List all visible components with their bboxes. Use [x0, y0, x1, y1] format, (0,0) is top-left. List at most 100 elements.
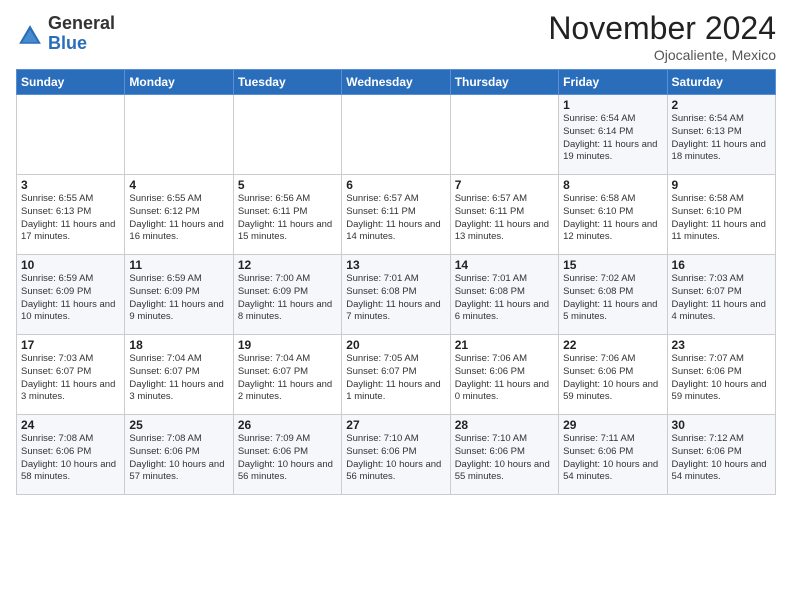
day-info: Sunrise: 7:01 AMSunset: 6:08 PMDaylight:… [455, 273, 554, 324]
day-number: 8 [563, 178, 662, 192]
day-number: 29 [563, 418, 662, 432]
calendar-cell: 29Sunrise: 7:11 AMSunset: 6:06 PMDayligh… [559, 415, 667, 495]
calendar-cell: 5Sunrise: 6:56 AMSunset: 6:11 PMDaylight… [233, 175, 341, 255]
location: Ojocaliente, Mexico [548, 47, 776, 63]
calendar-cell: 3Sunrise: 6:55 AMSunset: 6:13 PMDaylight… [17, 175, 125, 255]
calendar-header-tuesday: Tuesday [233, 70, 341, 95]
calendar-header-sunday: Sunday [17, 70, 125, 95]
day-info: Sunrise: 6:56 AMSunset: 6:11 PMDaylight:… [238, 193, 337, 244]
calendar-cell: 2Sunrise: 6:54 AMSunset: 6:13 PMDaylight… [667, 95, 775, 175]
calendar-cell: 13Sunrise: 7:01 AMSunset: 6:08 PMDayligh… [342, 255, 450, 335]
day-info: Sunrise: 7:04 AMSunset: 6:07 PMDaylight:… [238, 353, 337, 404]
calendar-week-4: 17Sunrise: 7:03 AMSunset: 6:07 PMDayligh… [17, 335, 776, 415]
day-number: 30 [672, 418, 771, 432]
calendar-cell: 17Sunrise: 7:03 AMSunset: 6:07 PMDayligh… [17, 335, 125, 415]
day-info: Sunrise: 6:54 AMSunset: 6:14 PMDaylight:… [563, 113, 662, 164]
calendar-cell: 19Sunrise: 7:04 AMSunset: 6:07 PMDayligh… [233, 335, 341, 415]
day-info: Sunrise: 7:04 AMSunset: 6:07 PMDaylight:… [129, 353, 228, 404]
calendar-header-row: SundayMondayTuesdayWednesdayThursdayFrid… [17, 70, 776, 95]
calendar-cell: 9Sunrise: 6:58 AMSunset: 6:10 PMDaylight… [667, 175, 775, 255]
day-number: 12 [238, 258, 337, 272]
title-block: November 2024 Ojocaliente, Mexico [548, 10, 776, 63]
calendar-cell [450, 95, 558, 175]
day-info: Sunrise: 7:10 AMSunset: 6:06 PMDaylight:… [455, 433, 554, 484]
day-number: 10 [21, 258, 120, 272]
calendar-cell: 7Sunrise: 6:57 AMSunset: 6:11 PMDaylight… [450, 175, 558, 255]
day-info: Sunrise: 6:55 AMSunset: 6:13 PMDaylight:… [21, 193, 120, 244]
calendar-cell: 30Sunrise: 7:12 AMSunset: 6:06 PMDayligh… [667, 415, 775, 495]
day-info: Sunrise: 7:02 AMSunset: 6:08 PMDaylight:… [563, 273, 662, 324]
day-number: 6 [346, 178, 445, 192]
day-number: 24 [21, 418, 120, 432]
calendar-cell: 4Sunrise: 6:55 AMSunset: 6:12 PMDaylight… [125, 175, 233, 255]
day-number: 18 [129, 338, 228, 352]
calendar-week-5: 24Sunrise: 7:08 AMSunset: 6:06 PMDayligh… [17, 415, 776, 495]
day-info: Sunrise: 6:57 AMSunset: 6:11 PMDaylight:… [346, 193, 445, 244]
day-number: 15 [563, 258, 662, 272]
day-number: 2 [672, 98, 771, 112]
calendar-cell: 6Sunrise: 6:57 AMSunset: 6:11 PMDaylight… [342, 175, 450, 255]
calendar-week-3: 10Sunrise: 6:59 AMSunset: 6:09 PMDayligh… [17, 255, 776, 335]
calendar-cell: 27Sunrise: 7:10 AMSunset: 6:06 PMDayligh… [342, 415, 450, 495]
day-info: Sunrise: 7:05 AMSunset: 6:07 PMDaylight:… [346, 353, 445, 404]
calendar: SundayMondayTuesdayWednesdayThursdayFrid… [16, 69, 776, 495]
day-info: Sunrise: 7:10 AMSunset: 6:06 PMDaylight:… [346, 433, 445, 484]
calendar-cell: 1Sunrise: 6:54 AMSunset: 6:14 PMDaylight… [559, 95, 667, 175]
day-number: 22 [563, 338, 662, 352]
calendar-cell: 20Sunrise: 7:05 AMSunset: 6:07 PMDayligh… [342, 335, 450, 415]
day-number: 5 [238, 178, 337, 192]
day-number: 3 [21, 178, 120, 192]
day-number: 16 [672, 258, 771, 272]
day-info: Sunrise: 6:57 AMSunset: 6:11 PMDaylight:… [455, 193, 554, 244]
day-number: 7 [455, 178, 554, 192]
day-info: Sunrise: 6:58 AMSunset: 6:10 PMDaylight:… [672, 193, 771, 244]
calendar-header-friday: Friday [559, 70, 667, 95]
logo-icon [16, 22, 44, 50]
calendar-header-wednesday: Wednesday [342, 70, 450, 95]
calendar-cell: 28Sunrise: 7:10 AMSunset: 6:06 PMDayligh… [450, 415, 558, 495]
day-info: Sunrise: 7:12 AMSunset: 6:06 PMDaylight:… [672, 433, 771, 484]
calendar-header-thursday: Thursday [450, 70, 558, 95]
day-number: 20 [346, 338, 445, 352]
day-number: 11 [129, 258, 228, 272]
day-info: Sunrise: 7:03 AMSunset: 6:07 PMDaylight:… [672, 273, 771, 324]
calendar-cell: 22Sunrise: 7:06 AMSunset: 6:06 PMDayligh… [559, 335, 667, 415]
day-number: 27 [346, 418, 445, 432]
calendar-cell: 8Sunrise: 6:58 AMSunset: 6:10 PMDaylight… [559, 175, 667, 255]
calendar-cell: 11Sunrise: 6:59 AMSunset: 6:09 PMDayligh… [125, 255, 233, 335]
calendar-week-2: 3Sunrise: 6:55 AMSunset: 6:13 PMDaylight… [17, 175, 776, 255]
calendar-cell: 12Sunrise: 7:00 AMSunset: 6:09 PMDayligh… [233, 255, 341, 335]
calendar-cell [233, 95, 341, 175]
calendar-week-1: 1Sunrise: 6:54 AMSunset: 6:14 PMDaylight… [17, 95, 776, 175]
calendar-cell [342, 95, 450, 175]
day-info: Sunrise: 7:07 AMSunset: 6:06 PMDaylight:… [672, 353, 771, 404]
calendar-cell: 18Sunrise: 7:04 AMSunset: 6:07 PMDayligh… [125, 335, 233, 415]
day-number: 14 [455, 258, 554, 272]
day-info: Sunrise: 7:00 AMSunset: 6:09 PMDaylight:… [238, 273, 337, 324]
calendar-cell: 14Sunrise: 7:01 AMSunset: 6:08 PMDayligh… [450, 255, 558, 335]
day-info: Sunrise: 6:58 AMSunset: 6:10 PMDaylight:… [563, 193, 662, 244]
day-info: Sunrise: 7:06 AMSunset: 6:06 PMDaylight:… [455, 353, 554, 404]
day-number: 4 [129, 178, 228, 192]
logo-text: General Blue [48, 14, 115, 54]
day-number: 25 [129, 418, 228, 432]
page: General Blue November 2024 Ojocaliente, … [0, 0, 792, 612]
day-info: Sunrise: 6:55 AMSunset: 6:12 PMDaylight:… [129, 193, 228, 244]
day-number: 9 [672, 178, 771, 192]
day-info: Sunrise: 7:01 AMSunset: 6:08 PMDaylight:… [346, 273, 445, 324]
logo-blue: Blue [48, 34, 115, 54]
calendar-header-monday: Monday [125, 70, 233, 95]
day-info: Sunrise: 6:54 AMSunset: 6:13 PMDaylight:… [672, 113, 771, 164]
day-info: Sunrise: 7:08 AMSunset: 6:06 PMDaylight:… [21, 433, 120, 484]
day-number: 19 [238, 338, 337, 352]
day-number: 1 [563, 98, 662, 112]
calendar-cell: 24Sunrise: 7:08 AMSunset: 6:06 PMDayligh… [17, 415, 125, 495]
day-info: Sunrise: 7:03 AMSunset: 6:07 PMDaylight:… [21, 353, 120, 404]
day-number: 26 [238, 418, 337, 432]
day-number: 28 [455, 418, 554, 432]
day-number: 23 [672, 338, 771, 352]
month-title: November 2024 [548, 10, 776, 47]
calendar-cell [125, 95, 233, 175]
calendar-cell: 10Sunrise: 6:59 AMSunset: 6:09 PMDayligh… [17, 255, 125, 335]
day-info: Sunrise: 7:09 AMSunset: 6:06 PMDaylight:… [238, 433, 337, 484]
